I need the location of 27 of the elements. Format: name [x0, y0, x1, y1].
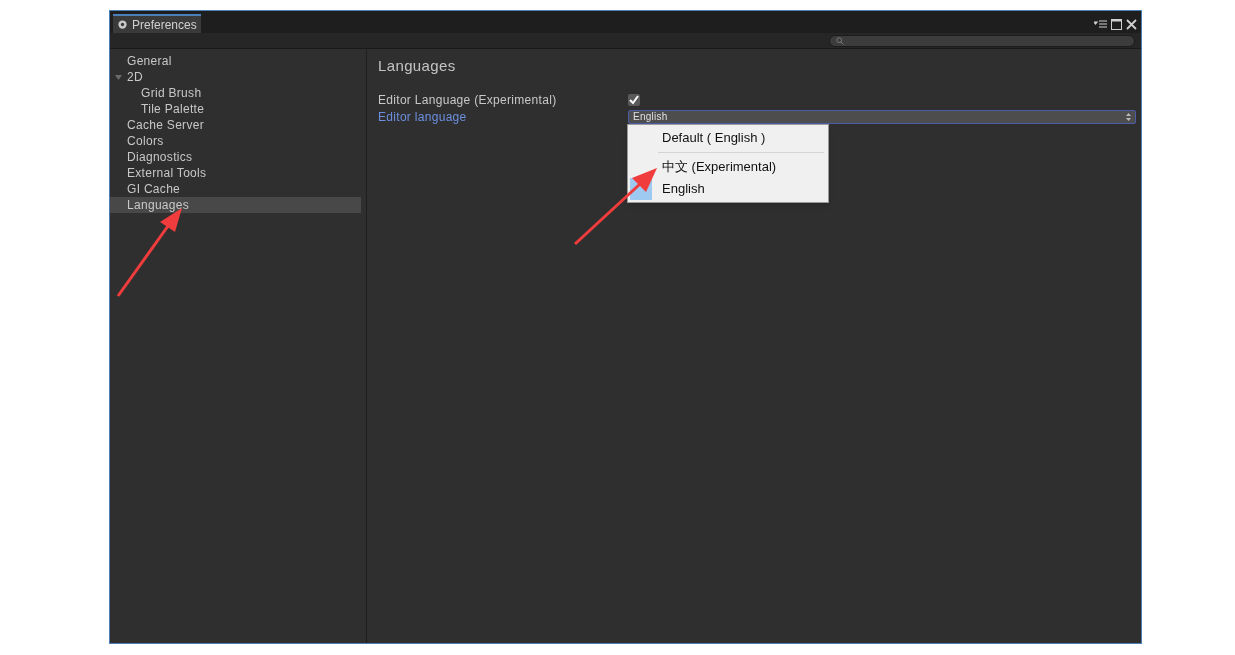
search-icon	[836, 36, 844, 45]
language-dropdown[interactable]: English	[628, 109, 1136, 124]
sidebar-item[interactable]: Colors	[110, 133, 361, 149]
close-icon[interactable]	[1126, 19, 1137, 30]
sidebar-item[interactable]: Cache Server	[110, 117, 361, 133]
setting-label: Editor Language (Experimental)	[378, 92, 558, 109]
sidebar-item[interactable]: GI Cache	[110, 181, 361, 197]
menu-item[interactable]: Default ( English )	[628, 127, 828, 149]
maximize-icon[interactable]	[1111, 19, 1122, 30]
sidebar-item[interactable]: Tile Palette	[110, 101, 361, 117]
sidebar-item[interactable]: Grid Brush	[110, 85, 361, 101]
sidebar-item[interactable]: Diagnostics	[110, 149, 361, 165]
search-field[interactable]	[829, 34, 1135, 47]
checkbox[interactable]	[628, 94, 640, 106]
menu-item[interactable]: 中文 (Experimental)	[628, 156, 828, 178]
expanded-triangle-icon[interactable]	[115, 73, 122, 81]
menu-icon[interactable]	[1094, 20, 1107, 29]
section-heading: Languages	[378, 56, 457, 76]
window-tab[interactable]: Preferences	[113, 14, 201, 33]
sidebar-item[interactable]: 2D	[110, 69, 361, 85]
gear-icon	[117, 19, 128, 30]
sidebar-item[interactable]: Languages	[110, 197, 361, 213]
sidebar-item[interactable]: General	[110, 53, 361, 69]
setting-label: Editor language	[378, 108, 468, 126]
check-icon	[629, 95, 639, 105]
up-down-arrows-icon	[1126, 112, 1131, 121]
sidebar-item[interactable]: External Tools	[110, 165, 361, 181]
